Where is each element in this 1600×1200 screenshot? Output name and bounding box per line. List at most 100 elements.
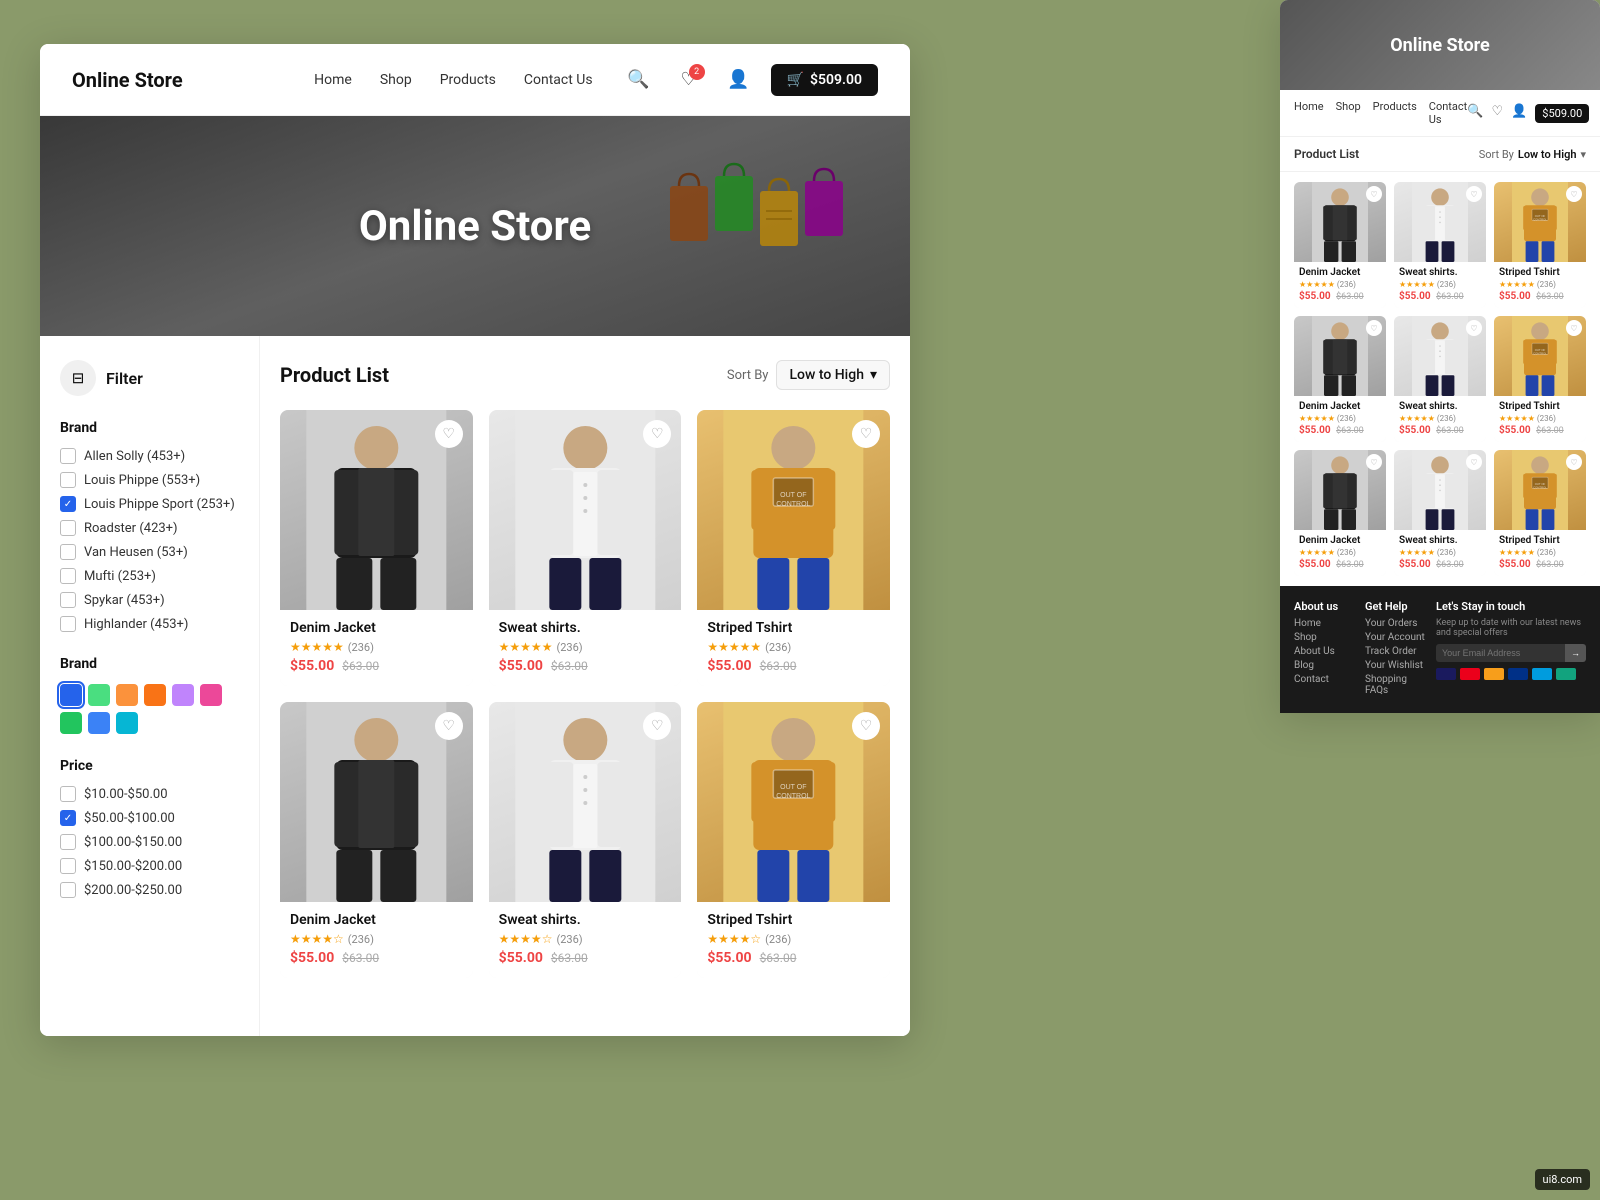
back-nav-products[interactable]: Products <box>1373 100 1417 126</box>
back-footer-link[interactable]: About Us <box>1294 646 1355 657</box>
back-footer-link[interactable]: Home <box>1294 618 1355 629</box>
back-footer-link[interactable]: Contact <box>1294 674 1355 685</box>
back-wishlist-button[interactable]: ♡ <box>1466 320 1482 336</box>
brand-item[interactable]: Louis Phippe (553+) <box>60 472 239 488</box>
sort-dropdown[interactable]: Low to High ▾ <box>776 360 890 390</box>
wishlist-button[interactable]: ♡ 2 <box>671 62 707 98</box>
back-product-card[interactable]: OUT OF CONTROL ♡ Striped Tshirt ★★★★★ (2… <box>1494 182 1586 308</box>
back-footer-subscribe-button[interactable]: → <box>1565 644 1586 662</box>
nav-home[interactable]: Home <box>314 72 352 88</box>
account-button[interactable]: 👤 <box>721 62 757 98</box>
brand-item[interactable]: Spykar (453+) <box>60 592 239 608</box>
color-swatch[interactable] <box>172 684 194 706</box>
product-card[interactable]: OUT OF CONTROL ♡ Striped Tshirt ★★★★★ (2… <box>697 410 890 686</box>
back-sort-chevron-icon[interactable]: ▾ <box>1580 148 1586 161</box>
product-card[interactable]: OUT OF CONTROL ♡ Striped Tshirt ★★★★☆ (2… <box>697 702 890 978</box>
product-card[interactable]: ♡ Denim Jacket ★★★★☆ (236) $55.00 $63.00 <box>280 702 473 978</box>
color-swatch[interactable] <box>144 684 166 706</box>
back-nav-home[interactable]: Home <box>1294 100 1324 126</box>
back-heart-icon[interactable]: ♡ <box>1491 104 1503 123</box>
wishlist-add-button[interactable]: ♡ <box>435 420 463 448</box>
product-card[interactable]: ♡ Sweat shirts. ★★★★☆ (236) $55.00 $63.0… <box>489 702 682 978</box>
brand-checkbox[interactable] <box>60 544 76 560</box>
filter-icon-button[interactable]: ⊟ <box>60 360 96 396</box>
back-nav-contact[interactable]: Contact Us <box>1429 100 1467 126</box>
back-product-card[interactable]: OUT OF CONTROL ♡ Striped Tshirt ★★★★★ (2… <box>1494 450 1586 576</box>
brand-item[interactable]: Highlander (453+) <box>60 616 239 632</box>
back-wishlist-button[interactable]: ♡ <box>1466 454 1482 470</box>
color-swatch[interactable] <box>200 684 222 706</box>
search-button[interactable]: 🔍 <box>621 62 657 98</box>
brand-checkbox[interactable] <box>60 448 76 464</box>
price-list: $10.00-$50.00 ✓$50.00-$100.00 $100.00-$150… <box>60 786 239 898</box>
back-search-icon[interactable]: 🔍 <box>1467 104 1483 123</box>
back-product-card[interactable]: ♡ Sweat shirts. ★★★★★ (236) $55.00 $63.0… <box>1394 316 1486 442</box>
back-footer-link[interactable]: Your Account <box>1365 632 1426 643</box>
product-card[interactable]: ♡ Sweat shirts. ★★★★★ (236) $55.00 $63.0… <box>489 410 682 686</box>
wishlist-add-button[interactable]: ♡ <box>852 712 880 740</box>
color-swatch[interactable] <box>88 684 110 706</box>
brand-checkbox[interactable] <box>60 616 76 632</box>
back-nav-shop[interactable]: Shop <box>1336 100 1361 126</box>
wishlist-add-button[interactable]: ♡ <box>852 420 880 448</box>
back-product-card[interactable]: ♡ Denim Jacket ★★★★★ (236) $55.00 $63.00 <box>1294 316 1386 442</box>
price-item[interactable]: ✓$50.00-$100.00 <box>60 810 239 826</box>
price-checkbox[interactable] <box>60 882 76 898</box>
brand-checkbox[interactable]: ✓ <box>60 496 76 512</box>
back-product-card[interactable]: ♡ Sweat shirts. ★★★★★ (236) $55.00 $63.0… <box>1394 450 1486 576</box>
brand-item[interactable]: Mufti (253+) <box>60 568 239 584</box>
color-swatch[interactable] <box>60 712 82 734</box>
back-footer-link[interactable]: Shopping FAQs <box>1365 674 1426 696</box>
price-item[interactable]: $200.00-$250.00 <box>60 882 239 898</box>
back-wishlist-button[interactable]: ♡ <box>1366 454 1382 470</box>
nav-contact[interactable]: Contact Us <box>524 72 593 88</box>
brand-item[interactable]: Roadster (423+) <box>60 520 239 536</box>
product-rating: ★★★★☆ (236) <box>707 932 880 946</box>
back-user-icon[interactable]: 👤 <box>1511 104 1527 123</box>
cart-button[interactable]: 🛒 $509.00 <box>771 64 878 96</box>
brand-checkbox[interactable] <box>60 472 76 488</box>
nav-shop[interactable]: Shop <box>380 72 412 88</box>
back-wishlist-button[interactable]: ♡ <box>1566 454 1582 470</box>
price-checkbox[interactable] <box>60 834 76 850</box>
price-item[interactable]: $10.00-$50.00 <box>60 786 239 802</box>
color-swatch[interactable] <box>88 712 110 734</box>
price-checkbox[interactable] <box>60 858 76 874</box>
color-swatch[interactable] <box>116 684 138 706</box>
brand-checkbox[interactable] <box>60 568 76 584</box>
brand-item[interactable]: Van Heusen (53+) <box>60 544 239 560</box>
back-wishlist-button[interactable]: ♡ <box>1366 320 1382 336</box>
price-item[interactable]: $100.00-$150.00 <box>60 834 239 850</box>
back-cart-button[interactable]: $509.00 <box>1535 104 1589 123</box>
nav-products[interactable]: Products <box>440 72 496 88</box>
brand-item[interactable]: Allen Solly (453+) <box>60 448 239 464</box>
back-product-card[interactable]: ♡ Sweat shirts. ★★★★★ (236) $55.00 $63.0… <box>1394 182 1486 308</box>
back-product-card[interactable]: OUT OF CONTROL ♡ Striped Tshirt ★★★★★ (2… <box>1494 316 1586 442</box>
back-sort-value[interactable]: Low to High <box>1518 148 1577 161</box>
back-footer-email-input[interactable] <box>1436 644 1565 662</box>
price-checkbox[interactable]: ✓ <box>60 810 76 826</box>
brand-checkbox[interactable] <box>60 520 76 536</box>
back-footer-link[interactable]: Shop <box>1294 632 1355 643</box>
back-footer-link[interactable]: Blog <box>1294 660 1355 671</box>
price-checkbox[interactable] <box>60 786 76 802</box>
color-swatch[interactable] <box>60 684 82 706</box>
back-footer-link[interactable]: Track Order <box>1365 646 1426 657</box>
back-product-card[interactable]: ♡ Denim Jacket ★★★★★ (236) $55.00 $63.00 <box>1294 182 1386 308</box>
back-wishlist-button[interactable]: ♡ <box>1566 320 1582 336</box>
back-wishlist-button[interactable]: ♡ <box>1466 186 1482 202</box>
back-product-card[interactable]: ♡ Denim Jacket ★★★★★ (236) $55.00 $63.00 <box>1294 450 1386 576</box>
product-rating: ★★★★★ (236) <box>707 640 880 654</box>
back-nav: Home Shop Products Contact Us 🔍 ♡ 👤 $509… <box>1280 90 1600 137</box>
wishlist-add-button[interactable]: ♡ <box>435 712 463 740</box>
back-footer-link[interactable]: Your Orders <box>1365 618 1426 629</box>
product-card[interactable]: ♡ Denim Jacket ★★★★★ (236) $55.00 $63.00 <box>280 410 473 686</box>
back-footer-link[interactable]: Your Wishlist <box>1365 660 1426 671</box>
back-wishlist-button[interactable]: ♡ <box>1566 186 1582 202</box>
color-swatch[interactable] <box>116 712 138 734</box>
back-wishlist-button[interactable]: ♡ <box>1366 186 1382 202</box>
brand-checkbox[interactable] <box>60 592 76 608</box>
back-product-name: Striped Tshirt <box>1499 535 1581 546</box>
brand-item[interactable]: ✓Louis Phippe Sport (253+) <box>60 496 239 512</box>
price-item[interactable]: $150.00-$200.00 <box>60 858 239 874</box>
